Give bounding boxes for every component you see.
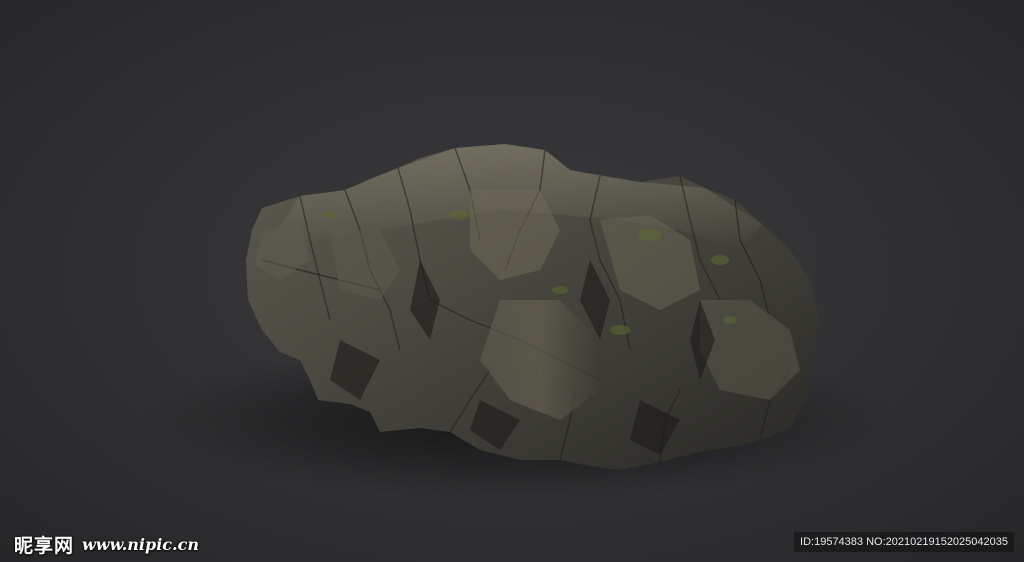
watermark-brand-name: 昵享网: [14, 534, 75, 557]
watermark-id: ID:19574383 NO:20210219152025042035: [794, 532, 1014, 552]
watermark-url: www.nipic.cn: [82, 534, 199, 554]
watermark-id-text: ID:19574383 NO:20210219152025042035: [800, 536, 1008, 548]
rock-scene: [140, 144, 900, 500]
image-canvas: 昵享网 www.nipic.cn ID:19574383 NO:20210219…: [0, 0, 1024, 562]
watermark-brand: 昵享网 www.nipic.cn: [14, 532, 199, 557]
